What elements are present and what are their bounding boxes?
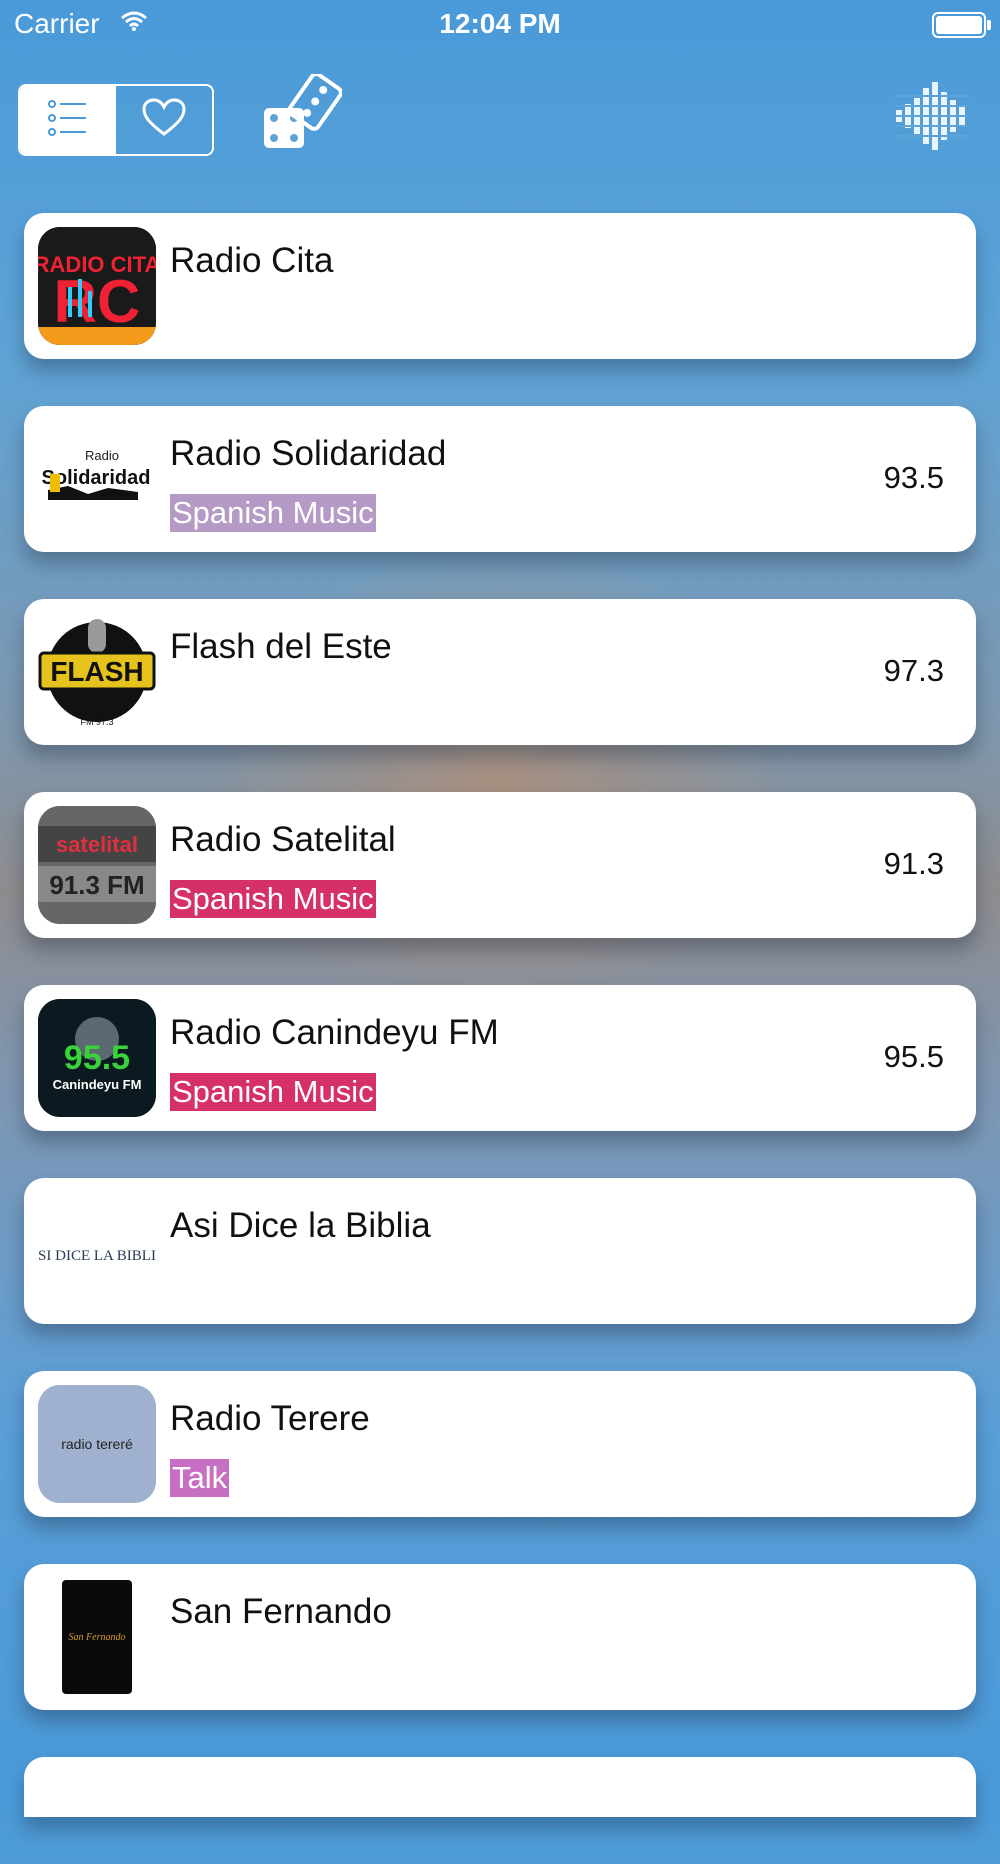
station-row[interactable]: RADIO CITA RC Radio Cita xyxy=(24,213,976,359)
logo-text: satelital xyxy=(56,832,138,857)
station-list: RADIO CITA RC Radio Cita Radio Solidarid… xyxy=(24,213,976,1864)
station-logo: ASI DICE LA BIBLIA xyxy=(38,1192,156,1310)
heart-icon xyxy=(142,97,186,143)
frequency-label: 93.5 xyxy=(883,460,944,495)
svg-text:91.3 FM: 91.3 FM xyxy=(49,870,144,900)
station-row[interactable]: radio tereré Radio Terere Talk xyxy=(24,1371,976,1517)
svg-text:Radio: Radio xyxy=(85,448,119,463)
station-logo: RADIO CITA RC xyxy=(38,227,156,345)
station-logo: satelital 91.3 FM xyxy=(38,806,156,924)
station-logo: 95.5 Canindeyu FM xyxy=(38,999,156,1117)
genre-tag: Spanish Music xyxy=(170,880,376,918)
battery-icon xyxy=(932,12,991,38)
station-logo: radio tereré xyxy=(38,1385,156,1503)
logo-text: FLASH xyxy=(50,656,143,687)
station-row[interactable]: Radio Solidaridad Radio Solidaridad Span… xyxy=(24,406,976,552)
station-name: Radio Cita xyxy=(170,241,334,280)
view-segmented-control xyxy=(18,84,214,156)
logo-text: ASI DICE LA BIBLIA xyxy=(38,1248,156,1264)
logo-text: San Fernando xyxy=(69,1632,126,1643)
svg-text:FM 97.3: FM 97.3 xyxy=(80,717,113,727)
genre-tag: Spanish Music xyxy=(170,1073,376,1111)
station-row[interactable]: San Fernando San Fernando xyxy=(24,1564,976,1710)
favorites-segment[interactable] xyxy=(116,86,212,154)
frequency-label: 91.3 xyxy=(883,846,944,881)
station-name: Radio Satelital xyxy=(170,820,396,859)
frequency-label: 97.3 xyxy=(883,653,944,688)
station-row[interactable]: ASI DICE LA BIBLIA Asi Dice la Biblia xyxy=(24,1178,976,1324)
station-name: Radio Terere xyxy=(170,1399,370,1438)
frequency-label: 95.5 xyxy=(883,1039,944,1074)
list-view-segment[interactable] xyxy=(20,86,116,154)
station-row[interactable]: 95.5 Canindeyu FM Radio Canindeyu FM Spa… xyxy=(24,985,976,1131)
station-name: Asi Dice la Biblia xyxy=(170,1206,431,1245)
list-icon xyxy=(46,96,90,145)
genre-tag: Talk xyxy=(170,1459,230,1497)
logo-text: 95.5 xyxy=(64,1039,130,1077)
svg-text:RC: RC xyxy=(54,268,141,335)
station-name: Radio Canindeyu FM xyxy=(170,1013,499,1052)
logo-text: radio tereré xyxy=(61,1436,133,1452)
clock: 12:04 PM xyxy=(439,8,561,39)
station-name: Radio Solidaridad xyxy=(170,434,447,473)
station-logo: FLASH FM 97.3 xyxy=(38,613,156,731)
svg-text:Canindeyu FM: Canindeyu FM xyxy=(53,1077,142,1092)
station-row[interactable]: satelital 91.3 FM Radio Satelital Spanis… xyxy=(24,792,976,938)
status-bar: Carrier 12:04 PM xyxy=(0,0,1000,50)
dice-icon[interactable] xyxy=(258,71,343,159)
station-row[interactable] xyxy=(24,1757,976,1817)
sound-wave-icon[interactable] xyxy=(894,82,970,155)
genre-tag: Spanish Music xyxy=(170,494,376,532)
station-row[interactable]: FLASH FM 97.3 Flash del Este 97.3 xyxy=(24,599,976,745)
station-logo: Radio Solidaridad xyxy=(38,420,156,538)
station-logo: San Fernando xyxy=(38,1578,156,1696)
station-name: Flash del Este xyxy=(170,627,392,666)
station-name: San Fernando xyxy=(170,1592,392,1631)
